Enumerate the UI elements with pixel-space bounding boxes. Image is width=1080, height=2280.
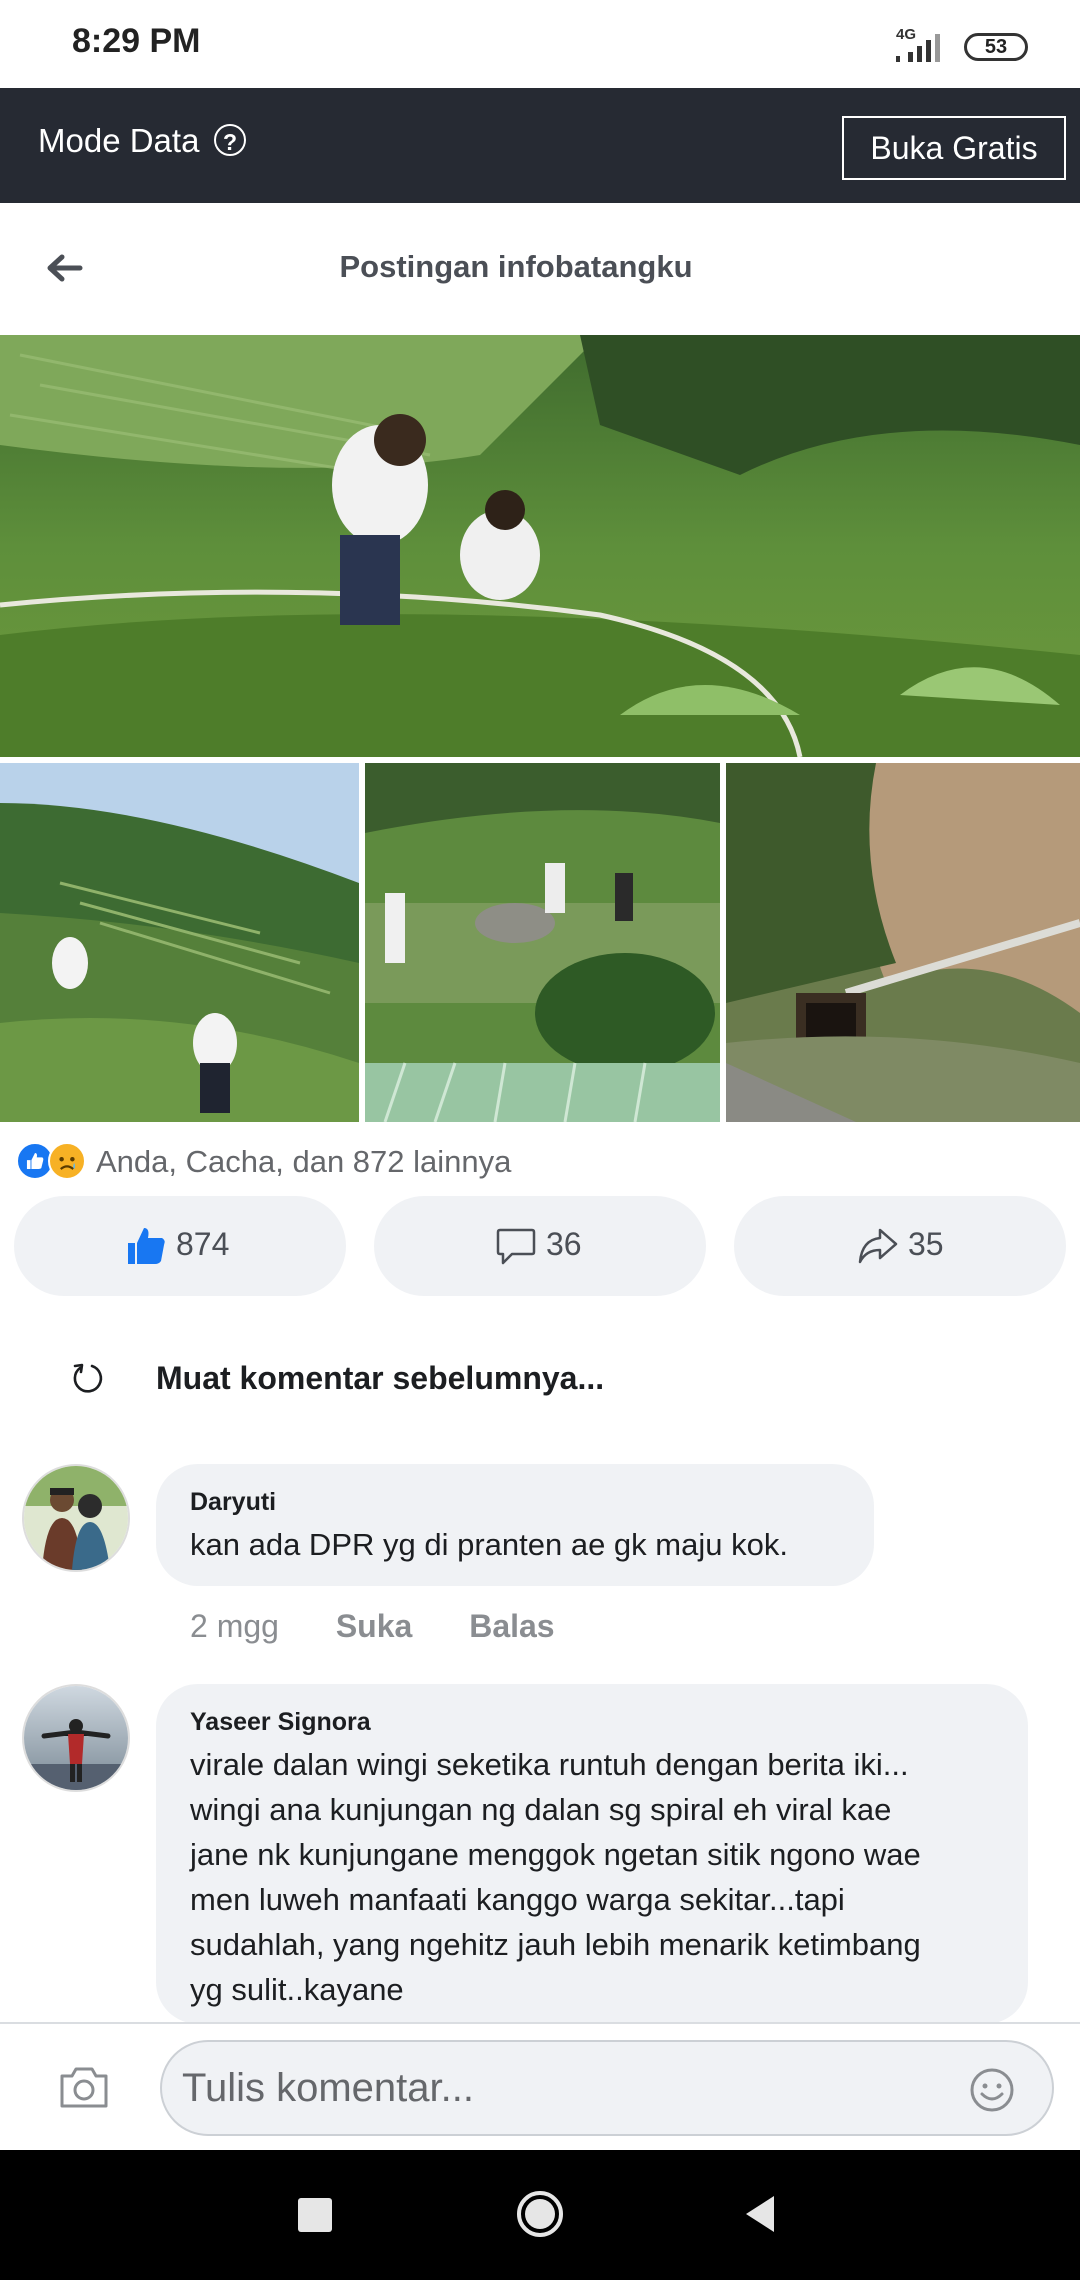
comment-line: men luweh manfaati kanggo warga sekitar.… xyxy=(190,1882,845,1917)
comment-input[interactable]: Tulis komentar... xyxy=(160,2040,1054,2136)
avatar[interactable] xyxy=(22,1684,130,1792)
reactions-summary[interactable]: Anda, Cacha, dan 872 lainnya xyxy=(96,1144,511,1180)
comment-placeholder: Tulis komentar... xyxy=(182,2066,474,2110)
help-icon[interactable]: ? xyxy=(214,124,246,156)
thumbs-up-icon xyxy=(128,1228,165,1264)
comment-count: 36 xyxy=(546,1226,582,1262)
back-nav-icon[interactable] xyxy=(742,2194,778,2234)
post-photo-4[interactable] xyxy=(726,763,1080,1122)
like-comment-button[interactable]: Suka xyxy=(336,1608,412,1645)
load-previous-comments[interactable]: Muat komentar sebelumnya... xyxy=(156,1360,604,1397)
avatar[interactable] xyxy=(22,1464,130,1572)
avatar-image xyxy=(24,1466,128,1570)
comment-bubble[interactable]: Yaseer Signora virale dalan wingi seketi… xyxy=(156,1684,1028,2024)
reply-comment-button[interactable]: Balas xyxy=(469,1608,554,1645)
comment-line: sudahlah, yang ngehitz jauh lebih menari… xyxy=(190,1927,921,1962)
like-count: 874 xyxy=(176,1226,230,1262)
page-header: Postingan infobatangku xyxy=(0,203,1080,335)
signal-icon xyxy=(896,34,940,62)
open-free-button[interactable]: Buka Gratis xyxy=(842,116,1066,180)
share-count: 35 xyxy=(908,1226,944,1262)
data-mode-label: Mode Data xyxy=(38,122,200,159)
comment-text: kan ada DPR yg di pranten ae gk maju kok… xyxy=(190,1527,788,1562)
commenter-name[interactable]: Daryuti xyxy=(190,1488,276,1517)
share-button[interactable]: 35 xyxy=(734,1196,1066,1296)
comment-meta: 2 mgg Suka Balas xyxy=(190,1608,603,1645)
reload-icon[interactable] xyxy=(70,1360,106,1396)
share-icon xyxy=(858,1228,898,1264)
emoji-icon[interactable] xyxy=(968,2066,1016,2114)
status-bar: 8:29 PM 4G 53 xyxy=(0,0,1080,88)
battery-icon: 53 xyxy=(964,33,1028,61)
page-title: Postingan infobatangku xyxy=(339,249,693,284)
post-photo-3[interactable] xyxy=(365,763,720,1122)
avatar-image xyxy=(24,1686,128,1790)
camera-icon[interactable] xyxy=(58,2064,110,2110)
status-time: 8:29 PM xyxy=(72,22,201,60)
group-in-field-image xyxy=(365,763,720,1122)
like-button[interactable]: 874 xyxy=(14,1196,346,1296)
comment-line: jane nk kunjungane menggok ngetan sitik … xyxy=(190,1837,921,1872)
comment-composer: Tulis komentar... xyxy=(0,2022,1080,2152)
comment-bubble[interactable]: Daryuti kan ada DPR yg di pranten ae gk … xyxy=(156,1464,874,1586)
comment-line: wingi ana kunjungan ng dalan sg spiral e… xyxy=(190,1792,892,1827)
comment-line: yg sulit..kayane xyxy=(190,1972,404,2007)
comment-text: virale dalan wingi seketika runtuh denga… xyxy=(190,1742,921,2012)
home-icon[interactable] xyxy=(516,2190,564,2238)
commenter-name[interactable]: Yaseer Signora xyxy=(190,1708,371,1737)
post-photo-2[interactable] xyxy=(0,763,359,1122)
comment-icon xyxy=(496,1228,536,1265)
cliff-tunnel-image xyxy=(726,763,1080,1122)
comment-button[interactable]: 36 xyxy=(374,1196,706,1296)
sad-reaction-icon xyxy=(48,1142,86,1180)
comment-line: virale dalan wingi seketika runtuh denga… xyxy=(190,1747,909,1782)
terraced-farm-image xyxy=(0,335,1080,757)
recent-apps-icon[interactable] xyxy=(298,2198,332,2232)
hillside-field-image xyxy=(0,763,359,1122)
post-photo-main[interactable] xyxy=(0,335,1080,757)
data-mode-banner: Mode Data ? Buka Gratis xyxy=(0,88,1080,203)
comment-time: 2 mgg xyxy=(190,1608,279,1644)
navigation-bar xyxy=(0,2150,1080,2280)
